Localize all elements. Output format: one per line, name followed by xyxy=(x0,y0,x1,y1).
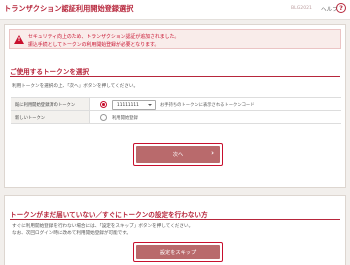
alert-banner: ! セキュリティ向上のため、トランザクション認証が追加されました。 振込手続とし… xyxy=(9,29,341,49)
skip-setup-button[interactable]: 設定をスキップ xyxy=(136,245,220,259)
next-button[interactable]: 次へ › xyxy=(136,146,220,163)
next-button-frame: 次へ › xyxy=(133,143,223,166)
skip-instruction-line2: なお、次回ログイン時に改めて利用開始登録が可能です。 xyxy=(12,231,131,236)
token-row-header: 既に利用開始登録済のトークン xyxy=(11,98,90,110)
token-code-note: お手持ちのトークンに表示されるトークンコード xyxy=(160,102,255,108)
help-icon[interactable]: ? xyxy=(336,3,346,13)
alert-message-line1: セキュリティ向上のため、トランザクション認証が追加されました。 xyxy=(28,34,180,40)
token-select[interactable]: 11111111 xyxy=(112,99,156,110)
alert-message-line2: 振込手続としてトークンの利用開始登録が必要となります。 xyxy=(28,42,160,48)
radio-registered-token[interactable] xyxy=(100,101,107,108)
token-select-value: 11111111 xyxy=(117,103,139,108)
skip-setup-card: トークンがまだ届いていない／すぐにトークンの設定を行わない方 すぐに利用開始登録… xyxy=(4,195,346,265)
radio-new-token[interactable] xyxy=(100,114,107,121)
token-row-registered: 既に利用開始登録済のトークン 11111111 お手持ちのトークンに表示されるト… xyxy=(11,98,341,111)
section-title-no-token: トークンがまだ届いていない／すぐにトークンの設定を行わない方 xyxy=(10,211,208,219)
chevron-right-icon: › xyxy=(211,149,214,157)
section-title-select-token: ご使用するトークンを選択 xyxy=(10,68,90,76)
warning-icon: ! xyxy=(14,35,24,44)
token-selection-card: ! セキュリティ向上のため、トランザクション認証が追加されました。 振込手続とし… xyxy=(4,24,346,188)
section-divider xyxy=(10,219,340,220)
token-table: 既に利用開始登録済のトークン 11111111 お手持ちのトークンに表示されるト… xyxy=(11,97,341,124)
skip-instruction-line1: すぐに利用開始登録を行わない場合には、「設定をスキップ」ボタンを押してください。 xyxy=(12,224,194,229)
select-token-instruction: 利用トークンを選択の上、「次へ」ボタンを押してください。 xyxy=(12,84,139,89)
token-row-header: 新しいトークン xyxy=(11,111,90,123)
section-divider xyxy=(10,76,340,77)
skip-button-frame: 設定をスキップ xyxy=(133,242,223,262)
page-title: トランザクション認証利用開始登録選択 xyxy=(4,4,134,13)
token-row-new: 新しいトークン 利用開始登録 xyxy=(11,111,341,124)
radio-new-token-label[interactable]: 利用開始登録 xyxy=(112,115,138,121)
skip-button-label: 設定をスキップ xyxy=(159,250,197,256)
next-button-label: 次へ xyxy=(172,152,184,158)
app-header: トランザクション認証利用開始登録選択 BLG2021 ヘルプ ? xyxy=(0,0,350,20)
chevron-down-icon xyxy=(148,104,152,106)
screen-id: BLG2021 xyxy=(291,6,312,11)
